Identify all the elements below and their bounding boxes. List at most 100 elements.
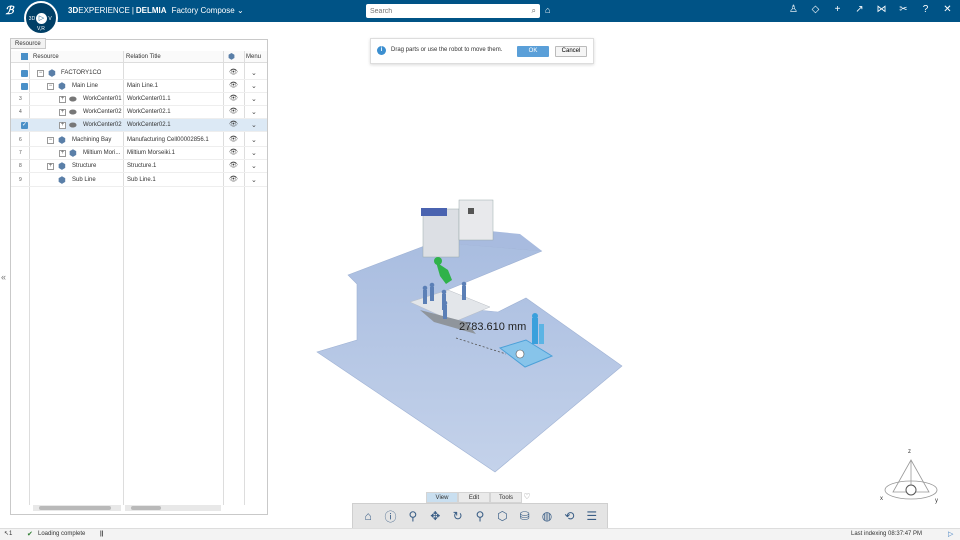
collapse-icon[interactable]: − (37, 70, 44, 77)
collapse-icon[interactable]: − (47, 83, 54, 90)
expand-icon[interactable]: + (59, 109, 66, 116)
rotate-icon[interactable]: ↻ (449, 509, 467, 523)
visibility-eye-icon[interactable]: 👁 (229, 106, 238, 118)
tree-row-machining-bay[interactable]: 6 − ⬢ Machining Bay Manufacturing Cell00… (11, 134, 267, 147)
resource-tab[interactable]: Resource (10, 38, 46, 49)
column-header-resource[interactable]: Resource (33, 51, 59, 63)
user-icon[interactable]: ♙ (787, 4, 800, 15)
collapse-icon[interactable]: − (47, 137, 54, 144)
distance-measurement-label: 2783.610 mm (459, 321, 527, 333)
expand-icon[interactable]: + (47, 163, 54, 170)
selection-count[interactable]: ↖1 (4, 529, 12, 540)
move-icon[interactable]: ✥ (426, 509, 444, 523)
collapse-panel-icon[interactable]: « (1, 272, 6, 282)
top-toolbar-icons: ♙ ◇ + ↗ ⋈ ✂ ? ✕ (787, 4, 954, 15)
tree-row-workcenter01[interactable]: 3 + ⬬ WorkCenter01 WorkCenter01.1 👁 ⌄ (11, 93, 267, 106)
chevron-down-icon[interactable]: ⌄ (251, 67, 257, 80)
row-checkbox-checked[interactable]: ✓ (21, 122, 28, 129)
search-input[interactable] (370, 6, 520, 16)
column-header-relation[interactable]: Relation Title (126, 51, 161, 63)
row-checkbox[interactable] (21, 70, 28, 77)
chevron-down-icon[interactable]: ⌄ (251, 119, 257, 132)
relation-column-scrollbar[interactable] (125, 505, 221, 511)
chevron-down-icon[interactable]: ⌄ (251, 134, 257, 147)
close-icon[interactable]: ✕ (941, 4, 954, 15)
action-bar: ⌂ ⓘ ⚲ ✥ ↻ ⚲ ⬡ ⛁ ◍ ⟲ ☰ (352, 503, 608, 529)
ok-button[interactable]: OK (517, 46, 549, 57)
cancel-button[interactable]: Cancel (555, 46, 587, 57)
expand-icon[interactable]: + (59, 122, 66, 129)
info-circle-icon[interactable]: ⓘ (382, 508, 400, 525)
tree-row-factory[interactable]: − ⬢ FACTORY1CO 👁 ⌄ (11, 67, 267, 80)
visibility-eye-icon[interactable]: 👁 (229, 67, 238, 79)
workcenter-icon: ⬬ (69, 107, 77, 117)
tree-row-structure[interactable]: 8 + ⬢ Structure Structure.1 👁 ⌄ (11, 160, 267, 173)
resource-column-scrollbar[interactable] (33, 505, 121, 511)
visibility-eye-icon[interactable]: 👁 (229, 160, 238, 172)
ds-logo-icon[interactable]: ℬ (5, 4, 19, 18)
play-icon[interactable]: ▷ (948, 529, 953, 540)
check-icon: ✔ (27, 531, 33, 538)
list-icon[interactable]: ☰ (583, 509, 601, 523)
expand-icon[interactable]: + (59, 150, 66, 157)
tree-row-workcenter02[interactable]: 4 + ⬬ WorkCenter02 WorkCenter02.1 👁 ⌄ (11, 106, 267, 119)
structure-icon: ⬢ (58, 161, 66, 171)
tools-icon[interactable]: ✂ (897, 4, 910, 15)
zoom-icon[interactable]: ⚲ (404, 509, 422, 523)
tab-edit[interactable]: Edit (458, 492, 490, 503)
chevron-down-icon[interactable]: ⌄ (251, 174, 257, 187)
3d-viewport[interactable] (270, 22, 960, 528)
tree-row-workcenter02-selected[interactable]: ✓ + ⬬ WorkCenter02 WorkCenter02.1 👁 ⌄ (11, 119, 267, 132)
factory-scene[interactable] (270, 22, 960, 528)
play-icon[interactable]: ▷ (36, 13, 47, 24)
resource-tree-panel: Resource Relation Title ⬢ Menu − ⬢ FACTO… (10, 39, 268, 515)
machine-body[interactable] (422, 208, 460, 258)
expand-icon[interactable]: + (59, 96, 66, 103)
row-checkbox[interactable] (21, 83, 28, 90)
visibility-eye-icon[interactable]: 👁 (229, 147, 238, 159)
section-tabs: View Edit Tools ♡ (426, 492, 532, 503)
cube-view-icon[interactable]: ⬡ (493, 509, 511, 523)
home-icon[interactable]: ⌂ (359, 509, 377, 523)
column-header-menu[interactable]: Menu (246, 51, 261, 63)
column-header-visibility-icon[interactable]: ⬢ (228, 51, 235, 63)
compass-widget[interactable]: 3D V V,R ▷ (24, 1, 58, 35)
select-all-checkbox[interactable] (21, 51, 29, 63)
label-icon[interactable]: ◇ (809, 4, 822, 15)
tree-row-sub-line[interactable]: 9 ⬢ Sub Line Sub Line.1 👁 ⌄ (11, 174, 267, 187)
search-box[interactable]: ⌕ (366, 4, 540, 18)
axis-orientation-widget[interactable]: z x y (878, 448, 944, 508)
visibility-eye-icon[interactable]: 👁 (229, 134, 238, 146)
globe-icon[interactable]: ◍ (538, 509, 556, 523)
visibility-eye-icon[interactable]: 👁 (229, 93, 238, 105)
chevron-down-icon[interactable]: ⌄ (251, 106, 257, 119)
add-icon[interactable]: + (831, 4, 844, 15)
sync-icon[interactable]: ⟲ (560, 509, 578, 523)
chevron-down-icon[interactable]: ⌄ (251, 147, 257, 160)
visibility-eye-icon[interactable]: 👁 (229, 80, 238, 92)
tree-row-main-line[interactable]: − ⬢ Main Line Main Line.1 👁 ⌄ (11, 80, 267, 93)
visibility-eye-icon[interactable]: 👁 (229, 119, 238, 131)
network-icon[interactable]: ⋈ (875, 4, 888, 15)
machine-side[interactable] (458, 199, 494, 241)
app-title[interactable]: 3DEXPERIENCE | DELMIA Factory Compose ⌄ (68, 6, 244, 15)
search-zoom-icon[interactable]: ⚲ (471, 509, 489, 523)
tab-tools[interactable]: Tools (490, 492, 522, 503)
share-icon[interactable]: ↗ (853, 4, 866, 15)
tab-view[interactable]: View (426, 492, 458, 503)
pause-icon[interactable]: || (100, 529, 103, 540)
chevron-down-icon[interactable]: ⌄ (251, 160, 257, 173)
tag-icon[interactable]: ⌂ (545, 5, 550, 15)
database-icon[interactable]: ⛁ (516, 509, 534, 523)
chevron-down-icon[interactable]: ⌄ (251, 93, 257, 106)
top-bar: ℬ 3DEXPERIENCE|DELMIAFactory Compose ⌄ ⌕… (0, 0, 960, 22)
help-icon[interactable]: ? (919, 4, 932, 15)
visibility-eye-icon[interactable]: 👁 (229, 174, 238, 186)
move-handle[interactable] (515, 349, 525, 359)
favorite-heart-icon[interactable]: ♡ (522, 492, 532, 503)
chevron-down-icon[interactable]: ⌄ (251, 80, 257, 93)
tree-row-miltium[interactable]: 7 + ⬢ Miltium Mori... Miltium Morseiki.1… (11, 147, 267, 160)
selected-operator[interactable] (532, 318, 538, 344)
factory-floor[interactable] (316, 241, 623, 473)
search-icon[interactable]: ⌕ (532, 6, 536, 16)
